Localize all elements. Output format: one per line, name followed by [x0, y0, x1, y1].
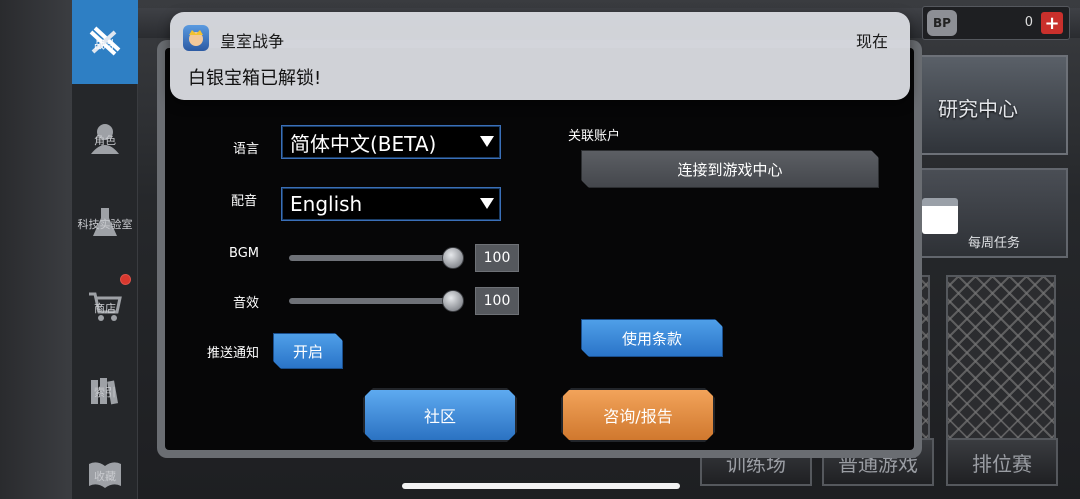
- weekly-tasks-panel[interactable]: 每周任务: [910, 168, 1068, 258]
- push-notification-toggle[interactable]: 开启: [273, 333, 343, 369]
- sidebar-item-index[interactable]: 索引: [72, 348, 138, 432]
- bgm-slider-knob[interactable]: [442, 247, 464, 269]
- sidebar-item-label: 角色: [94, 134, 116, 147]
- research-center-label: 研究中心: [938, 97, 1018, 121]
- language-label: 语言: [233, 142, 260, 157]
- sidebar-item-shop[interactable]: 商店: [72, 264, 138, 348]
- notification-banner[interactable]: 皇室战争 现在 白银宝箱已解锁!: [170, 12, 910, 100]
- ranked-mode-button[interactable]: 排位赛: [946, 438, 1058, 486]
- sidebar-item-label: 收藏: [94, 470, 116, 483]
- linked-account-label: 关联账户: [568, 129, 621, 144]
- research-center-panel[interactable]: 研究中心: [910, 55, 1068, 155]
- notification-time: 现在: [855, 32, 888, 51]
- calendar-icon: [922, 198, 958, 234]
- sidebar-item-character[interactable]: 角色: [72, 96, 138, 180]
- sfx-slider[interactable]: [289, 298, 455, 304]
- notification-message: 白银宝箱已解锁!: [188, 68, 322, 89]
- dropdown-arrow-icon: [480, 136, 494, 147]
- voice-label: 配音: [231, 194, 258, 209]
- app-icon: [183, 25, 209, 51]
- sfx-value: 100: [475, 287, 519, 315]
- settings-dialog-body: 语言 简体中文(BETA) 配音 English BGM 100 音效 100 …: [165, 48, 914, 450]
- support-report-button[interactable]: 咨询/报告: [561, 388, 715, 442]
- bgm-value: 100: [475, 244, 519, 272]
- sidebar: 战斗 角色 科技实验室 商店 索引 收藏: [72, 0, 138, 499]
- sidebar-item-label: 科技实验室: [77, 218, 133, 231]
- currency-box: BP 0 +: [922, 6, 1070, 40]
- sidebar-item-label: 商店: [94, 302, 116, 315]
- settings-dialog: 语言 简体中文(BETA) 配音 English BGM 100 音效 100 …: [157, 40, 922, 458]
- weekly-tasks-label: 每周任务: [968, 236, 1021, 251]
- dropdown-arrow-icon: [480, 198, 494, 209]
- language-select[interactable]: 简体中文(BETA): [281, 125, 501, 159]
- notification-app-name: 皇室战争: [220, 32, 285, 51]
- community-button[interactable]: 社区: [363, 388, 517, 442]
- mode-card-ranked-locked: [946, 275, 1056, 453]
- sidebar-item-tech-lab[interactable]: 科技实验室: [72, 180, 138, 264]
- sfx-slider-knob[interactable]: [442, 290, 464, 312]
- voice-select[interactable]: English: [281, 187, 501, 221]
- currency-value: 0: [1024, 15, 1033, 30]
- add-currency-button[interactable]: +: [1041, 12, 1063, 34]
- left-edge-decor: [0, 0, 72, 499]
- sidebar-item-label: 索引: [94, 386, 116, 399]
- bgm-label: BGM: [229, 246, 259, 261]
- sidebar-item-collection[interactable]: 收藏: [72, 432, 138, 499]
- bgm-slider[interactable]: [289, 255, 455, 261]
- push-notification-label: 推送通知: [207, 346, 260, 361]
- home-indicator[interactable]: [402, 483, 680, 489]
- sfx-label: 音效: [233, 296, 260, 311]
- connect-game-center-button[interactable]: 连接到游戏中心: [581, 150, 879, 188]
- voice-value: English: [290, 192, 363, 216]
- sidebar-item-label: 战斗: [94, 38, 116, 51]
- notification-badge: [120, 274, 131, 285]
- bp-currency-icon: BP: [927, 10, 957, 36]
- terms-of-use-button[interactable]: 使用条款: [581, 319, 723, 357]
- sidebar-item-battle[interactable]: 战斗: [72, 0, 138, 84]
- language-value: 简体中文(BETA): [290, 131, 437, 156]
